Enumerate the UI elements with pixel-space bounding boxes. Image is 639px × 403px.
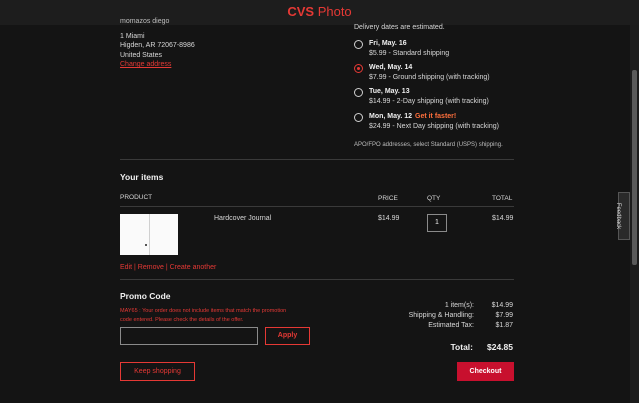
change-address-link[interactable]: Change address — [120, 61, 171, 68]
col-qty: QTY — [427, 195, 441, 202]
tax-label: Estimated Tax: — [428, 322, 474, 329]
shipping-desc-nextday: $24.99 - Next Day shipping (with trackin… — [369, 123, 499, 130]
journal-spine — [149, 214, 150, 255]
feedback-label: Feedback — [615, 202, 622, 230]
address-street: 1 Miami — [120, 33, 145, 40]
edit-link[interactable]: Edit — [120, 264, 132, 271]
col-product: PRODUCT — [120, 194, 153, 201]
shipping-label: Shipping & Handling: — [408, 312, 474, 319]
promo-error-line1: MAY65 : Your order does not include item… — [120, 308, 287, 314]
shipping-date-ground: Wed, May. 14 — [369, 64, 413, 71]
promo-title: Promo Code — [120, 291, 171, 301]
address-name: momazos diego — [120, 18, 170, 25]
cvs-photo-logo[interactable]: CVS Photo — [0, 4, 639, 19]
quantity-input[interactable]: 1 — [427, 214, 447, 232]
shipping-radio-ground[interactable] — [354, 64, 363, 73]
top-bar: CVS Photo — [0, 0, 639, 25]
product-name: Hardcover Journal — [214, 215, 272, 222]
address-country: United States — [120, 52, 163, 59]
apo-note: APO/FPO addresses, select Standard (USPS… — [354, 142, 503, 148]
feedback-tab[interactable]: Feedback — [615, 192, 630, 240]
checkout-button[interactable]: Checkout — [457, 362, 514, 381]
header-divider — [120, 206, 514, 207]
shipping-desc-ground: $7.99 - Ground shipping (with tracking) — [369, 74, 490, 81]
total-value: $24.85 — [487, 342, 513, 352]
shipping-radio-nextday[interactable] — [354, 113, 363, 122]
product-thumbnail[interactable] — [120, 214, 178, 255]
action-separator: | — [165, 264, 168, 271]
apply-button[interactable]: Apply — [265, 327, 310, 345]
shipping-date-nextday: Mon, May. 12 — [369, 113, 413, 120]
tax-value: $1.87 — [495, 322, 513, 329]
shipping-desc-standard: $5.99 - Standard shipping — [369, 50, 450, 57]
shipping-radio-standard[interactable] — [354, 40, 363, 49]
product-price: $14.99 — [378, 215, 400, 222]
shipping-radio-2day[interactable] — [354, 88, 363, 97]
shipping-desc-2day: $14.99 - 2-Day shipping (with tracking) — [369, 98, 489, 105]
address-city: Higden, AR 72067-8986 — [120, 42, 195, 49]
promo-error-line2: code entered. Please check the details o… — [120, 317, 244, 323]
divider — [120, 159, 514, 160]
total-label: Total: — [450, 342, 473, 352]
action-separator: | — [134, 264, 136, 271]
your-items-title: Your items — [120, 172, 164, 182]
checkout-content — [0, 25, 630, 403]
shipping-date-standard: Fri, May. 16 — [369, 40, 407, 47]
logo-cvs: CVS — [287, 4, 315, 19]
divider — [120, 279, 514, 280]
col-price: PRICE — [378, 195, 398, 202]
get-it-faster-badge: Get it faster! — [415, 113, 457, 120]
shipping-date-2day: Tue, May. 13 — [369, 88, 410, 95]
items-count-label: 1 item(s): — [444, 302, 474, 309]
keep-shopping-button[interactable]: Keep shopping — [120, 362, 195, 381]
items-subtotal: $14.99 — [491, 302, 513, 309]
create-another-link[interactable]: Create another — [170, 264, 217, 271]
product-total: $14.99 — [492, 215, 514, 222]
remove-link[interactable]: Remove — [138, 264, 164, 271]
promo-code-input[interactable] — [120, 327, 258, 345]
journal-mark — [145, 244, 147, 246]
shipping-value: $7.99 — [495, 312, 513, 319]
logo-photo: Photo — [317, 4, 352, 19]
col-total: TOTAL — [492, 195, 513, 202]
delivery-note: Delivery dates are estimated. — [354, 24, 445, 31]
scrollbar-thumb[interactable] — [632, 70, 637, 265]
